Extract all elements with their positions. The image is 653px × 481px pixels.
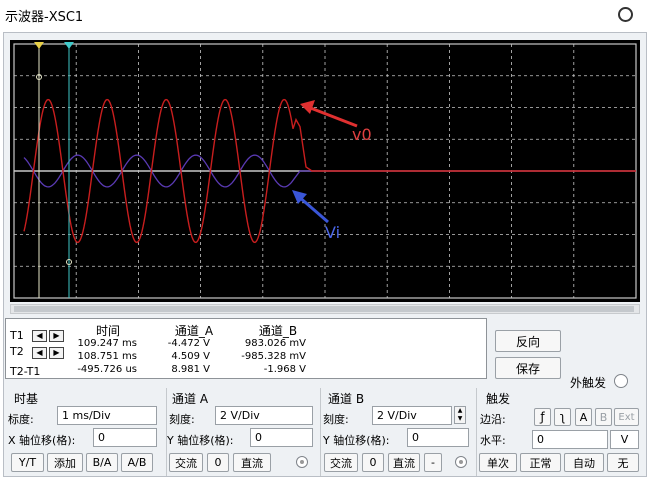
t2-channel-a: 4.509 V [171, 351, 210, 362]
t2-label: T2 [10, 345, 24, 358]
window-title: 示波器-XSC1 [5, 10, 84, 25]
yt-mode-button[interactable]: Y/T [11, 453, 44, 472]
save-button[interactable]: 保存 [495, 357, 561, 379]
channel-b-scale-label: 刻度: [323, 413, 349, 426]
trigger-level-field[interactable]: 0 [532, 430, 608, 449]
t2-right-arrow-icon[interactable]: ▶ [49, 347, 64, 359]
cursor-t1-handle [34, 42, 44, 49]
channel-b-ypos-label: Y 轴位移(格): [323, 434, 390, 447]
timebase-scale-label: 标度: [8, 413, 34, 426]
channel-a-dc-button[interactable]: 直流 [233, 453, 271, 472]
v0-label: v0 [352, 125, 372, 144]
close-icon[interactable] [618, 7, 633, 22]
x-position-field[interactable]: 0 [93, 428, 157, 447]
channel-b-radio[interactable] [455, 456, 467, 468]
ext-trigger-label: 外触发 [570, 376, 607, 390]
delta-channel-b: -1.968 V [263, 364, 306, 375]
t2-channel-b: -985.328 mV [241, 351, 306, 362]
ext-trigger-radio[interactable] [614, 374, 628, 388]
rising-edge-icon[interactable]: ƒ [534, 408, 551, 426]
falling-edge-icon[interactable]: ʅ [554, 408, 571, 426]
vi-arrow-icon [297, 194, 329, 224]
x-position-label: X 轴位移(格): [8, 434, 76, 447]
channel-a-scale-label: 刻度: [169, 413, 195, 426]
channel-a-scale-field[interactable]: 2 V/Div [215, 406, 313, 425]
divider [476, 388, 477, 476]
trigger-normal-button[interactable]: 正常 [520, 453, 561, 472]
divider [320, 388, 321, 476]
trigger-source-a-button[interactable]: A [575, 408, 592, 426]
reverse-button[interactable]: 反向 [495, 330, 561, 352]
channel-b-zero-button[interactable]: 0 [362, 453, 384, 472]
timebase-title: 时基 [14, 392, 39, 406]
channel-b-title: 通道 B [328, 392, 365, 406]
cursor-t2-handle [64, 42, 74, 49]
channel-a-zero-button[interactable]: 0 [207, 453, 229, 472]
t1-left-arrow-icon[interactable]: ◀ [32, 330, 47, 342]
ab-mode-button[interactable]: A/B [121, 453, 153, 472]
vi-label: Vi [325, 223, 340, 242]
trigger-title: 触发 [486, 392, 511, 406]
time-header: 时间 [95, 324, 120, 338]
trigger-none-button[interactable]: 无 [607, 453, 639, 472]
trigger-single-button[interactable]: 单次 [479, 453, 517, 472]
trigger-source-ext-button[interactable]: Ext [614, 408, 639, 426]
trigger-source-b-button[interactable]: B [595, 408, 612, 426]
timebase-scale-field[interactable]: 1 ms/Div [57, 406, 157, 425]
delta-channel-a: 8.981 V [171, 364, 210, 375]
trigger-level-unit[interactable]: V [610, 430, 639, 449]
channel-a-ac-button[interactable]: 交流 [169, 453, 203, 472]
channel-a-radio[interactable] [296, 456, 308, 468]
trigger-level-label: 水平: [480, 434, 506, 447]
title-bar [0, 0, 653, 30]
channel-b-dc-button[interactable]: 直流 [388, 453, 420, 472]
channel-b-scale-spinner[interactable]: ▲ ▼ [454, 406, 466, 424]
t2-t1-label: T2-T1 [10, 365, 41, 378]
channel-b-ypos-field[interactable]: 0 [407, 428, 469, 447]
trigger-auto-button[interactable]: 自动 [564, 453, 604, 472]
scope-screen[interactable]: v0 Vi [10, 40, 640, 302]
channel-b-minus-button[interactable]: - [424, 453, 442, 472]
t1-label: T1 [10, 329, 24, 342]
channel-b-header: 通道_B [258, 324, 298, 338]
t2-left-arrow-icon[interactable]: ◀ [32, 347, 47, 359]
t1-channel-a: -4.472 V [167, 338, 210, 349]
v0-arrow-icon [307, 105, 358, 128]
channel-a-header: 通道_A [174, 324, 214, 338]
scope-display: v0 Vi [13, 42, 637, 299]
t2-time: 108.751 ms [77, 351, 137, 362]
t1-right-arrow-icon[interactable]: ▶ [49, 330, 64, 342]
delta-time: -495.726 us [77, 364, 137, 375]
trigger-edge-label: 边沿: [480, 413, 506, 426]
channel-b-scale-field[interactable]: 2 V/Div [372, 406, 452, 425]
channel-a-title: 通道 A [172, 392, 209, 406]
t1-time: 109.247 ms [77, 338, 137, 349]
channel-b-ac-button[interactable]: 交流 [324, 453, 358, 472]
add-mode-button[interactable]: 添加 [47, 453, 83, 472]
ba-mode-button[interactable]: B/A [86, 453, 118, 472]
t1-channel-b: 983.026 mV [244, 338, 306, 349]
v0-arrowhead-icon [300, 100, 315, 114]
scrollbar-thumb[interactable] [14, 306, 634, 312]
channel-a-ypos-field[interactable]: 0 [250, 428, 313, 447]
channel-a-ypos-label: Y 轴位移(格): [167, 434, 234, 447]
